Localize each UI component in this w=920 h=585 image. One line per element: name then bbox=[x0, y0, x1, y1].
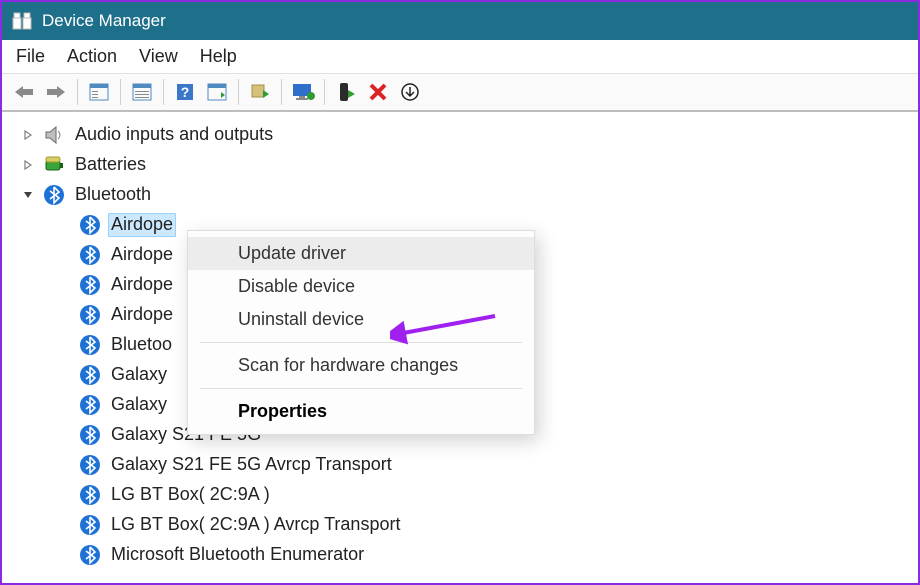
tree-node-bluetooth[interactable]: Bluetooth bbox=[20, 180, 918, 210]
bluetooth-icon bbox=[78, 393, 102, 417]
back-button[interactable] bbox=[10, 78, 38, 106]
tree-label: Airdope bbox=[108, 274, 176, 296]
svg-text:?: ? bbox=[181, 84, 190, 100]
collapse-icon[interactable] bbox=[20, 187, 36, 203]
bluetooth-icon bbox=[78, 273, 102, 297]
ctx-scan-hardware[interactable]: Scan for hardware changes bbox=[188, 349, 534, 382]
expand-icon[interactable] bbox=[20, 157, 36, 173]
tree-label: Bluetooth bbox=[72, 184, 154, 206]
ctx-uninstall-device[interactable]: Uninstall device bbox=[188, 303, 534, 336]
ctx-disable-device[interactable]: Disable device bbox=[188, 270, 534, 303]
menu-help[interactable]: Help bbox=[200, 46, 237, 67]
bluetooth-icon bbox=[78, 513, 102, 537]
expand-icon[interactable] bbox=[20, 127, 36, 143]
monitor-button[interactable] bbox=[289, 78, 317, 106]
bluetooth-icon bbox=[78, 303, 102, 327]
menu-view[interactable]: View bbox=[139, 46, 178, 67]
scan-button[interactable] bbox=[203, 78, 231, 106]
help-button[interactable]: ? bbox=[171, 78, 199, 106]
tree-label: Galaxy bbox=[108, 364, 170, 386]
bluetooth-icon bbox=[78, 453, 102, 477]
show-hide-tree-button[interactable] bbox=[85, 78, 113, 106]
toolbar-separator bbox=[324, 79, 325, 105]
bluetooth-icon bbox=[78, 363, 102, 387]
toolbar-separator bbox=[120, 79, 121, 105]
tree-label: Batteries bbox=[72, 154, 149, 176]
update-driver-button[interactable] bbox=[246, 78, 274, 106]
tree-node-device[interactable]: LG BT Box( 2C:9A ) Avrcp Transport bbox=[56, 510, 918, 540]
ctx-update-driver[interactable]: Update driver bbox=[188, 237, 534, 270]
menu-file[interactable]: File bbox=[16, 46, 45, 67]
toolbar: ? bbox=[2, 74, 918, 112]
bluetooth-icon bbox=[78, 213, 102, 237]
tree-node-device[interactable]: LG BT Box( 2C:9A ) bbox=[56, 480, 918, 510]
uninstall-button[interactable] bbox=[364, 78, 392, 106]
tree-label: LG BT Box( 2C:9A ) bbox=[108, 484, 273, 506]
bluetooth-icon bbox=[78, 243, 102, 267]
title-bar: Device Manager bbox=[2, 2, 918, 40]
menu-action[interactable]: Action bbox=[67, 46, 117, 67]
tree-label: Galaxy S21 FE 5G Avrcp Transport bbox=[108, 454, 395, 476]
tree-label: Microsoft Bluetooth Enumerator bbox=[108, 544, 367, 566]
tree-label: Airdope bbox=[108, 244, 176, 266]
properties-button[interactable] bbox=[128, 78, 156, 106]
tree-label: Airdope bbox=[108, 213, 176, 237]
tree-node-batteries[interactable]: Batteries bbox=[20, 150, 918, 180]
down-button[interactable] bbox=[396, 78, 424, 106]
toolbar-separator bbox=[238, 79, 239, 105]
bluetooth-icon bbox=[78, 483, 102, 507]
tree-label: Airdope bbox=[108, 304, 176, 326]
speaker-icon bbox=[42, 123, 66, 147]
enable-button[interactable] bbox=[332, 78, 360, 106]
ctx-properties[interactable]: Properties bbox=[188, 395, 534, 428]
battery-icon bbox=[42, 153, 66, 177]
toolbar-separator bbox=[281, 79, 282, 105]
tree-label: Bluetoo bbox=[108, 334, 175, 356]
tree-label: Galaxy bbox=[108, 394, 170, 416]
window-title: Device Manager bbox=[42, 11, 166, 31]
tree-label: LG BT Box( 2C:9A ) Avrcp Transport bbox=[108, 514, 403, 536]
bluetooth-icon bbox=[78, 423, 102, 447]
toolbar-separator bbox=[163, 79, 164, 105]
forward-button[interactable] bbox=[42, 78, 70, 106]
context-menu: Update driver Disable device Uninstall d… bbox=[187, 230, 535, 435]
tree-node-audio[interactable]: Audio inputs and outputs bbox=[20, 120, 918, 150]
menu-bar: File Action View Help bbox=[2, 40, 918, 74]
bluetooth-icon bbox=[78, 333, 102, 357]
ctx-separator bbox=[200, 342, 522, 343]
bluetooth-icon bbox=[42, 183, 66, 207]
app-icon bbox=[12, 12, 32, 30]
tree-node-device[interactable]: Galaxy S21 FE 5G Avrcp Transport bbox=[56, 450, 918, 480]
tree-label: Audio inputs and outputs bbox=[72, 124, 276, 146]
ctx-separator bbox=[200, 388, 522, 389]
bluetooth-icon bbox=[78, 543, 102, 567]
tree-node-device[interactable]: Microsoft Bluetooth Enumerator bbox=[56, 540, 918, 570]
toolbar-separator bbox=[77, 79, 78, 105]
